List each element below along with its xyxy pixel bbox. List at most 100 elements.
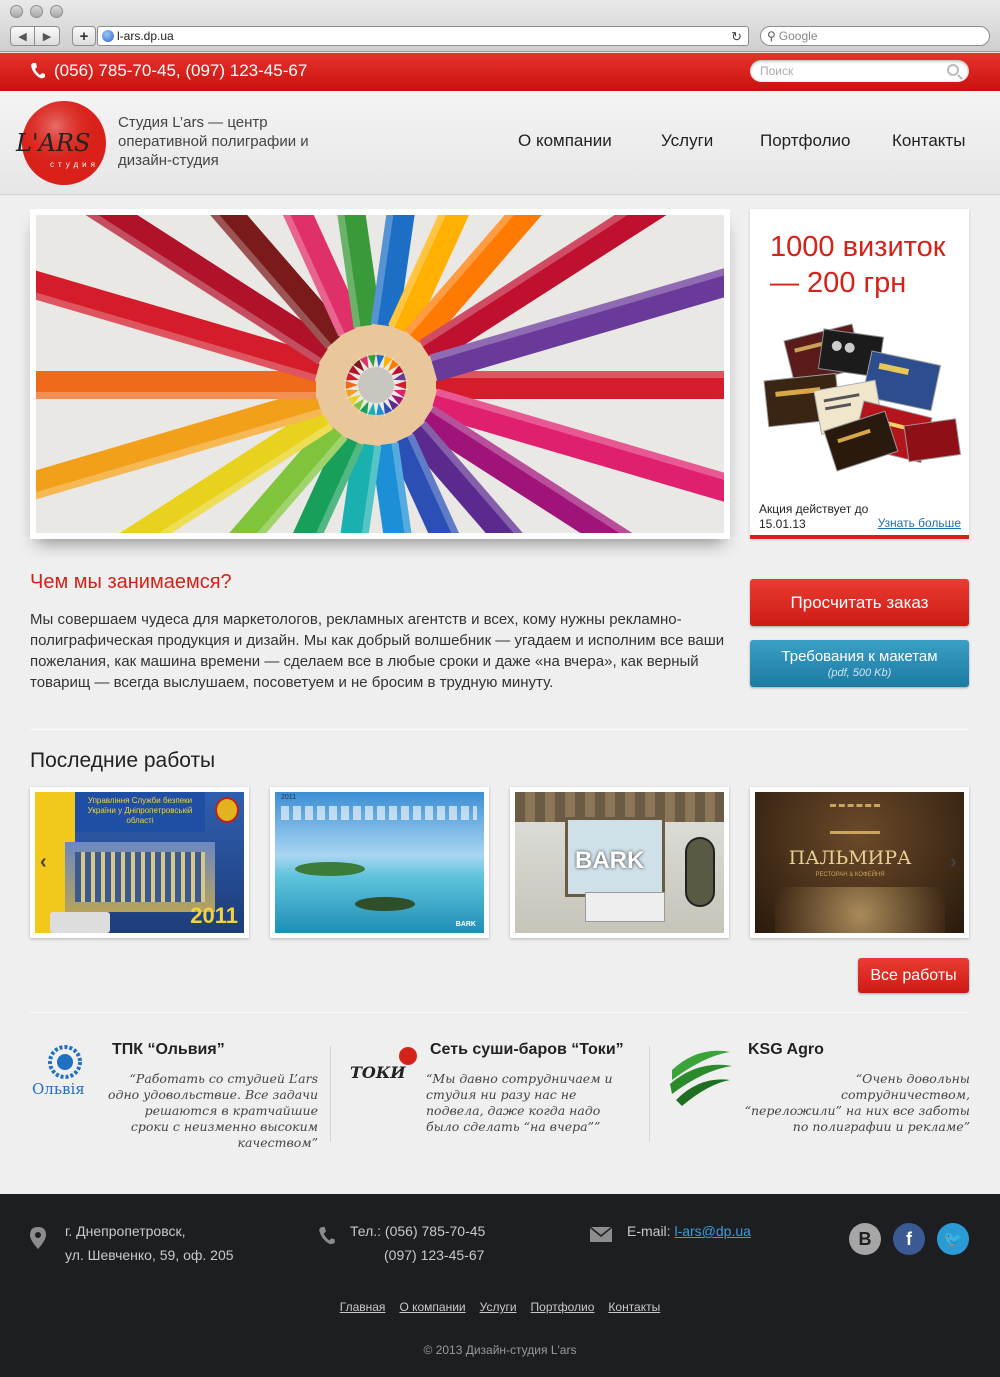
works-title: Последние работы [30, 749, 216, 772]
divider [30, 1012, 969, 1013]
footer-nav-contacts[interactable]: Контакты [608, 1300, 660, 1314]
footer-nav-about[interactable]: О компании [399, 1300, 465, 1314]
olvia-logo: Ольвія [32, 1045, 85, 1098]
work-thumb-palmira[interactable]: ПАЛЬМИРА РЕСТОРАН & КОФЕЙНЯ [750, 787, 969, 938]
work-caption-sbu: Управління Служби безпеки України у Дніп… [75, 792, 205, 832]
work-year-sbu: 2011 [190, 903, 238, 928]
work-caption-calendar: 2011 [281, 794, 297, 801]
work-image-bark-calendar: 2011 BARK [275, 792, 484, 933]
footer-nav-home[interactable]: Главная [340, 1300, 386, 1314]
footer-street: ул. Шевченко, 59, оф. 205 [65, 1247, 234, 1263]
footer-email-label: E-mail: [627, 1223, 671, 1239]
mail-icon [590, 1227, 612, 1242]
promo-banner[interactable]: 1000 визиток — 200 грн Акция действует д… [750, 209, 969, 539]
hero-image-pencils [36, 215, 724, 533]
browser-search-placeholder: Google [778, 29, 818, 43]
layout-requirements-button[interactable]: Требования к макетам (pdf, 500 Kb) [750, 640, 969, 687]
work-thumb-bark-calendar[interactable]: 2011 BARK [270, 787, 489, 938]
forward-button[interactable]: ▶ [35, 26, 60, 46]
site-tagline: Студия L’ars — центр оперативной полигра… [118, 114, 309, 169]
review-separator [330, 1046, 331, 1142]
promo-title: 1000 визиток — 200 грн [770, 231, 946, 299]
vk-icon[interactable]: B [849, 1223, 881, 1255]
review-ksg-text: “Очень довольны сотрудничеством, “перело… [744, 1071, 970, 1134]
work-thumb-sbu[interactable]: Управління Служби безпеки України у Дніп… [30, 787, 249, 938]
globe-icon [102, 30, 114, 42]
review-toki-text: “Мы давно сотрудничаем и студия ни разу … [426, 1071, 613, 1134]
footer-nav: Главная О компании Услуги Портфолио Конт… [0, 1300, 1000, 1314]
phone-block: (056) 785-70-45, (097) 123-45-67 [30, 61, 307, 81]
url-text: l-ars.dp.ua [117, 29, 174, 43]
work-thumb-bark-stand[interactable]: BARK [510, 787, 729, 938]
footer-email: E-mail: l-ars@dp.ua [627, 1219, 751, 1243]
hero-slider[interactable] [30, 209, 730, 539]
search-icon[interactable] [947, 64, 959, 76]
nav-item-portfolio[interactable]: Портфолио [760, 131, 850, 151]
history-buttons: ◀ ▶ [10, 26, 60, 46]
reload-icon[interactable]: ↻ [731, 29, 742, 45]
zoom-window-button[interactable] [50, 5, 63, 18]
browser-search-input[interactable]: ⚲ Google [760, 26, 990, 46]
layout-requirements-label: Требования к макетам [781, 648, 938, 665]
toki-logo: ТОКИ [350, 1047, 417, 1082]
site-footer: г. Днепропетровск, ул. Шевченко, 59, оф.… [0, 1194, 1000, 1377]
work-caption-palmira: ПАЛЬМИРА [788, 847, 912, 869]
about-text: Мы совершаем чудеса для маркетологов, ре… [30, 611, 725, 691]
footer-phone-2: (097) 123-45-67 [384, 1247, 485, 1263]
review-olvia-text: “Работать со студией L’ars одно удовольс… [108, 1071, 318, 1150]
pencils-illustration [36, 215, 724, 533]
ksg-agro-logo [670, 1050, 732, 1106]
works-prev-arrow[interactable]: ‹ [40, 851, 47, 874]
layout-requirements-note: (pdf, 500 Kb) [827, 667, 892, 679]
works-next-arrow[interactable]: › [950, 851, 957, 874]
work-sub-palmira: РЕСТОРАН & КОФЕЙНЯ [815, 872, 885, 878]
work-image-bark-stand: BARK [515, 792, 724, 933]
footer-city: г. Днепропетровск, [65, 1223, 186, 1239]
toki-logo-text: ТОКИ [350, 1063, 406, 1082]
all-works-button[interactable]: Все работы [858, 958, 969, 993]
top-bar: (056) 785-70-45, (097) 123-45-67 Поиск [0, 53, 1000, 91]
business-cards-image [763, 323, 962, 472]
logo-text: L'ARS [15, 129, 90, 157]
nav-item-about[interactable]: О компании [518, 131, 612, 151]
divider [30, 729, 969, 730]
work-image-palmira: ПАЛЬМИРА РЕСТОРАН & КОФЕЙНЯ [755, 792, 964, 933]
facebook-icon[interactable]: f [893, 1223, 925, 1255]
top-phone-numbers: (056) 785-70-45, (097) 123-45-67 [54, 61, 308, 80]
search-icon: ⚲ [767, 29, 776, 43]
window-controls [10, 5, 63, 18]
about-title: Чем мы занимаемся? [30, 571, 232, 593]
site-header: L'ARS студия Студия L’ars — центр операт… [0, 91, 1000, 195]
add-bookmark-button[interactable]: + [72, 26, 96, 46]
footer-nav-services[interactable]: Услуги [480, 1300, 517, 1314]
review-separator [649, 1046, 650, 1142]
review-ksg-name: KSG Agro [748, 1041, 824, 1058]
phone-icon [31, 63, 45, 79]
review-toki-name: Сеть суши-баров “Токи” [430, 1041, 624, 1058]
nav-item-services[interactable]: Услуги [661, 131, 713, 151]
work-image-sbu: Управління Служби безпеки України у Дніп… [35, 792, 244, 933]
calculate-order-button[interactable]: Просчитать заказ [750, 579, 969, 626]
footer-email-link[interactable]: l-ars@dp.ua [674, 1223, 750, 1239]
twitter-icon[interactable]: 🐦 [937, 1223, 969, 1255]
copyright: © 2013 Дизайн-студия L'ars [423, 1343, 577, 1357]
address-bar[interactable]: l-ars.dp.ua ↻ [97, 26, 749, 46]
close-window-button[interactable] [10, 5, 23, 18]
site-search-input[interactable]: Поиск [750, 60, 969, 82]
logo-subtext: студия [50, 160, 99, 169]
site-search-placeholder: Поиск [760, 64, 794, 78]
nav-item-contacts[interactable]: Контакты [892, 131, 965, 151]
browser-chrome: ◀ ▶ + l-ars.dp.ua ↻ ⚲ Google [0, 0, 1000, 52]
phone-icon [319, 1227, 335, 1245]
site-logo[interactable]: L'ARS студия [14, 99, 106, 187]
main-content: 1000 визиток — 200 грн Акция действует д… [0, 196, 1000, 1194]
footer-nav-portfolio[interactable]: Портфолио [531, 1300, 595, 1314]
promo-until: Акция действует до 15.01.13 [759, 502, 869, 531]
olvia-logo-text: Ольвія [32, 1080, 85, 1098]
footer-phone-1: Тел.: (056) 785-70-45 [350, 1223, 486, 1239]
minimize-window-button[interactable] [30, 5, 43, 18]
work-caption-bark: BARK [575, 847, 645, 874]
promo-more-link[interactable]: Узнать больше [878, 516, 961, 530]
review-olvia-name: ТПК “Ольвия” [112, 1041, 225, 1058]
back-button[interactable]: ◀ [10, 26, 35, 46]
